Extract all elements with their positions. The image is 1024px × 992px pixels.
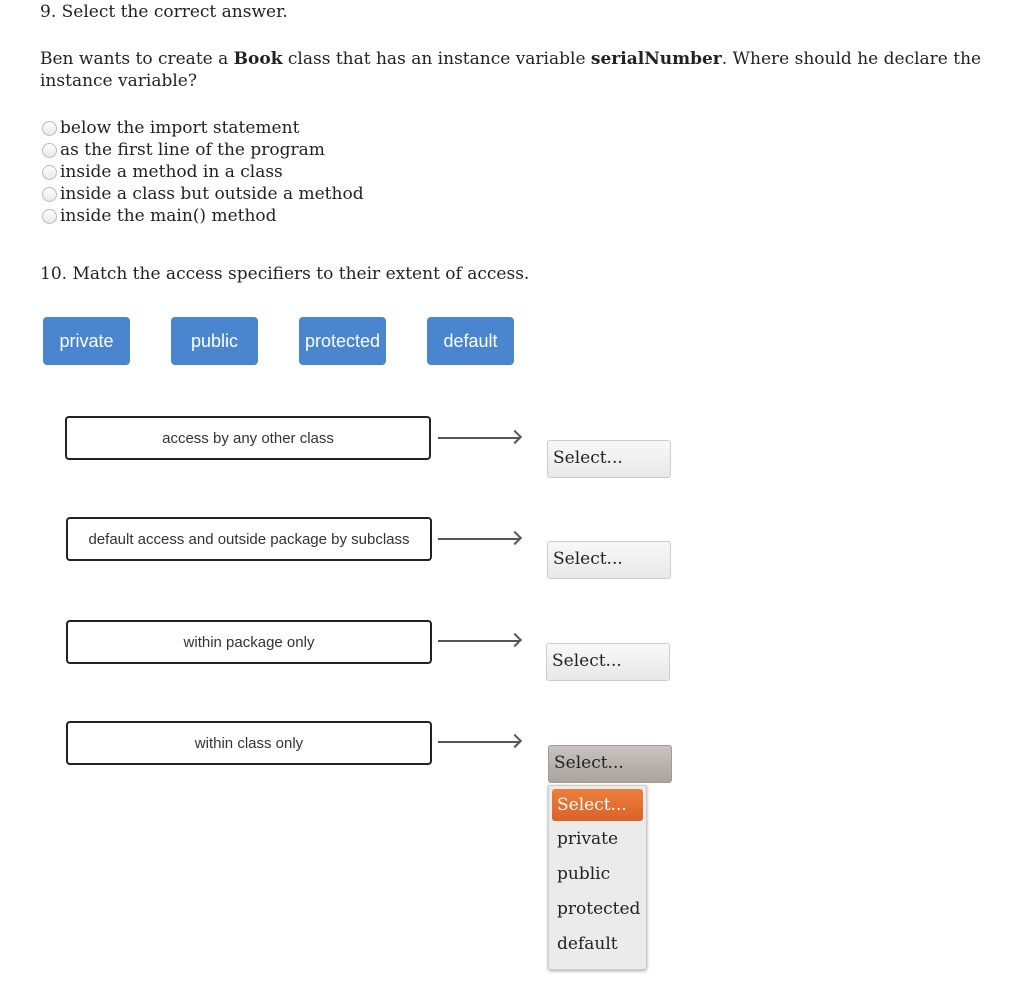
option-2[interactable]: as the first line of the program: [42, 139, 364, 161]
arrow-icon: [438, 538, 520, 540]
radio-icon[interactable]: [42, 120, 57, 136]
chip-private[interactable]: private: [43, 317, 130, 365]
dropdown-option-public[interactable]: public: [549, 856, 646, 891]
dropdown-option-select[interactable]: Select...: [552, 789, 643, 821]
select-3[interactable]: Select...: [546, 643, 670, 681]
select-4-dropdown: Select... private public protected defau…: [548, 785, 647, 970]
option-3[interactable]: inside a method in a class: [42, 161, 364, 183]
dropdown-option-protected[interactable]: protected: [549, 891, 646, 926]
option-4[interactable]: inside a class but outside a method: [42, 183, 364, 205]
question-10-title: 10. Match the access specifiers to their…: [40, 264, 530, 284]
chip-default[interactable]: default: [427, 317, 514, 365]
match-box-1: access by any other class: [65, 416, 431, 460]
question-9-prompt: Ben wants to create a Book class that ha…: [40, 49, 982, 91]
chip-protected[interactable]: protected: [299, 317, 386, 365]
radio-icon[interactable]: [42, 142, 57, 158]
arrow-icon: [438, 640, 520, 642]
dropdown-option-default[interactable]: default: [549, 926, 646, 961]
select-4[interactable]: Select...: [548, 745, 672, 783]
match-box-4: within class only: [66, 721, 432, 765]
option-1[interactable]: below the import statement: [42, 117, 364, 139]
arrow-icon: [438, 437, 520, 439]
chip-public[interactable]: public: [171, 317, 258, 365]
dropdown-option-private[interactable]: private: [549, 821, 646, 856]
select-1[interactable]: Select...: [547, 440, 671, 478]
match-box-3: within package only: [66, 620, 432, 664]
answer-options: below the import statement as the first …: [42, 117, 364, 227]
question-9-title: 9. Select the correct answer.: [40, 2, 288, 22]
radio-icon[interactable]: [42, 208, 57, 224]
match-box-2: default access and outside package by su…: [66, 517, 432, 561]
radio-icon[interactable]: [42, 186, 57, 202]
select-2[interactable]: Select...: [547, 541, 671, 579]
arrow-icon: [438, 741, 520, 743]
option-5[interactable]: inside the main() method: [42, 205, 364, 227]
radio-icon[interactable]: [42, 164, 57, 180]
